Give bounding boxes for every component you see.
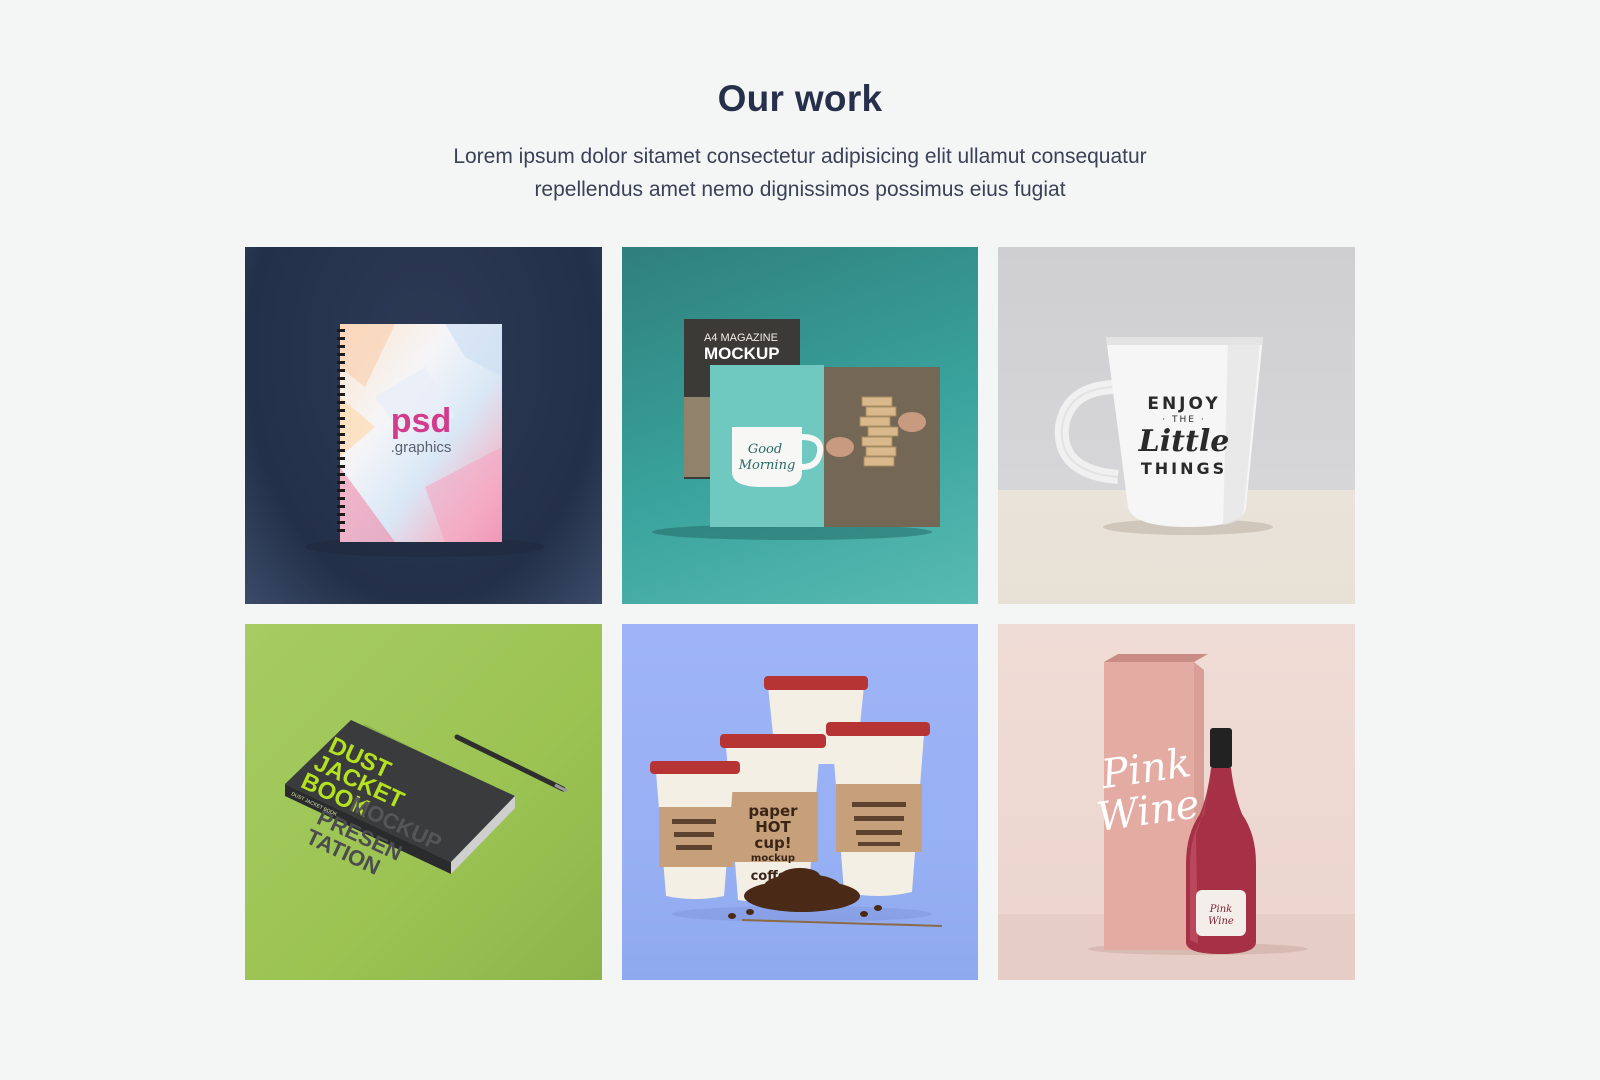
cup-text-cup: cup! xyxy=(754,834,791,852)
portfolio-item-book[interactable]: DUST JACKET BOOK MOCKUP PRESEN TATION DU… xyxy=(245,624,602,980)
notebook-mockup-image: psd .graphics xyxy=(305,324,545,557)
our-work-section: Our work Lorem ipsum dolor sitamet conse… xyxy=(0,0,1600,1080)
wine-mockup-image: Pink Wine Pink Wine xyxy=(998,654,1355,980)
portfolio-grid: psd .graphics A4 MAGAZINE MOCKUP Good Mo… xyxy=(245,247,1355,980)
portfolio-item-notebook[interactable]: psd .graphics xyxy=(245,247,602,604)
portfolio-item-mug[interactable]: ENJOY · THE · Little THINGS xyxy=(998,247,1355,604)
section-description: Lorem ipsum dolor sitamet consectetur ad… xyxy=(380,140,1220,206)
portfolio-item-wine[interactable]: Pink Wine Pink Wine xyxy=(998,624,1355,980)
bottle-label-wine: Wine xyxy=(1208,916,1234,927)
section-title: Our work xyxy=(717,78,883,119)
mug-text-things: THINGS xyxy=(1141,459,1227,478)
portfolio-item-magazine[interactable]: A4 MAGAZINE MOCKUP Good Morning xyxy=(622,247,978,604)
mug-text-enjoy: ENJOY xyxy=(1147,394,1220,414)
mug-text-line1: Good xyxy=(748,442,782,457)
book-mockup-image: DUST JACKET BOOK MOCKUP PRESEN TATION DU… xyxy=(285,720,568,880)
bottle-label-pink: Pink xyxy=(1209,904,1232,915)
notebook-logo-subtext: .graphics xyxy=(391,439,452,456)
magazine-mockup-image: A4 MAGAZINE MOCKUP Good Morning xyxy=(652,319,940,540)
description-line: repellendus amet nemo dignissimos possim… xyxy=(534,178,1066,201)
magazine-title-line1: A4 MAGAZINE xyxy=(704,332,778,344)
magazine-title-line2: MOCKUP xyxy=(704,344,780,363)
mug-text-little: Little xyxy=(1138,424,1230,459)
mug-mockup-image: ENJOY · THE · Little THINGS xyxy=(1054,337,1273,535)
coffee-cups-mockup-image: paper HOT cup! mockup coffee xyxy=(650,676,943,927)
notebook-logo-text: psd xyxy=(391,402,451,440)
mug-text-line2: Morning xyxy=(738,458,796,473)
description-line: Lorem ipsum dolor sitamet consectetur ad… xyxy=(453,145,1147,168)
cup-text-mockup: mockup xyxy=(751,853,795,864)
portfolio-item-coffee-cups[interactable]: paper HOT cup! mockup coffee xyxy=(622,624,978,980)
